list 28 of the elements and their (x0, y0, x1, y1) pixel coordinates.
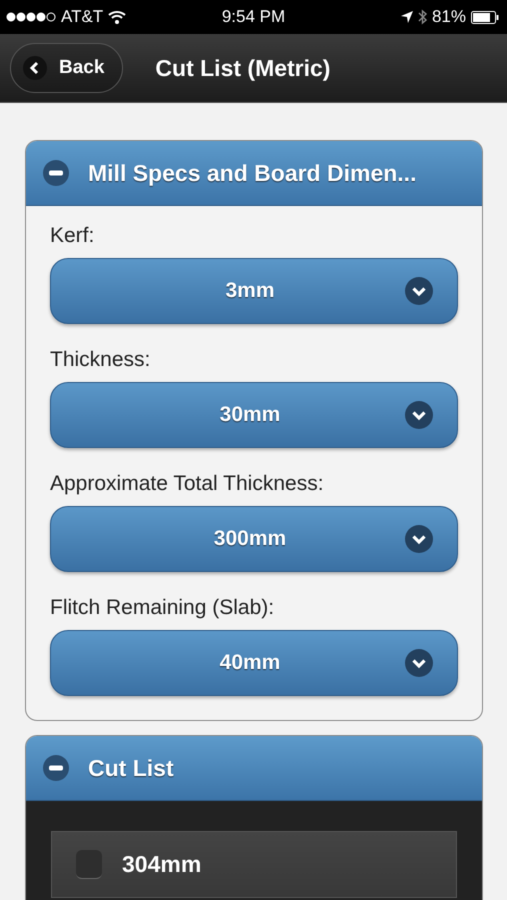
field-label: Kerf: (50, 224, 96, 248)
location-icon (400, 11, 413, 23)
field-label: Flitch Remaining (Slab): (50, 596, 276, 620)
field-label: Approximate Total Thickness: (50, 472, 325, 496)
bluetooth-icon (418, 9, 427, 25)
wifi-icon (108, 10, 126, 24)
carrier-name: AT&T (61, 7, 104, 27)
dropdown[interactable]: 40mm (50, 630, 458, 696)
checkbox[interactable] (76, 850, 102, 879)
back-button[interactable]: Back (10, 43, 124, 93)
signal-icon (6, 12, 56, 22)
item-label: 304mm (122, 851, 202, 878)
chevron-down-icon (405, 649, 433, 677)
status-time: 9:54 PM (222, 7, 286, 27)
chevron-down-icon (405, 401, 433, 429)
page-title: Cut List (Metric) (155, 54, 330, 82)
panel-header[interactable]: Mill Specs and Board Dimen... (26, 141, 482, 206)
battery-icon (471, 10, 499, 24)
dropdown[interactable]: 300mm (50, 506, 458, 572)
chevron-left-icon (23, 56, 47, 80)
chevron-down-icon (405, 525, 433, 553)
battery-percent: 81% (432, 7, 466, 27)
chevron-down-icon (405, 277, 433, 305)
list-item[interactable]: 304mm (51, 831, 457, 898)
panel-header[interactable]: Cut List (26, 736, 482, 801)
dropdown[interactable]: 30mm (50, 382, 458, 448)
field-label: Thickness: (50, 348, 152, 372)
dropdown[interactable]: 3mm (50, 258, 458, 324)
